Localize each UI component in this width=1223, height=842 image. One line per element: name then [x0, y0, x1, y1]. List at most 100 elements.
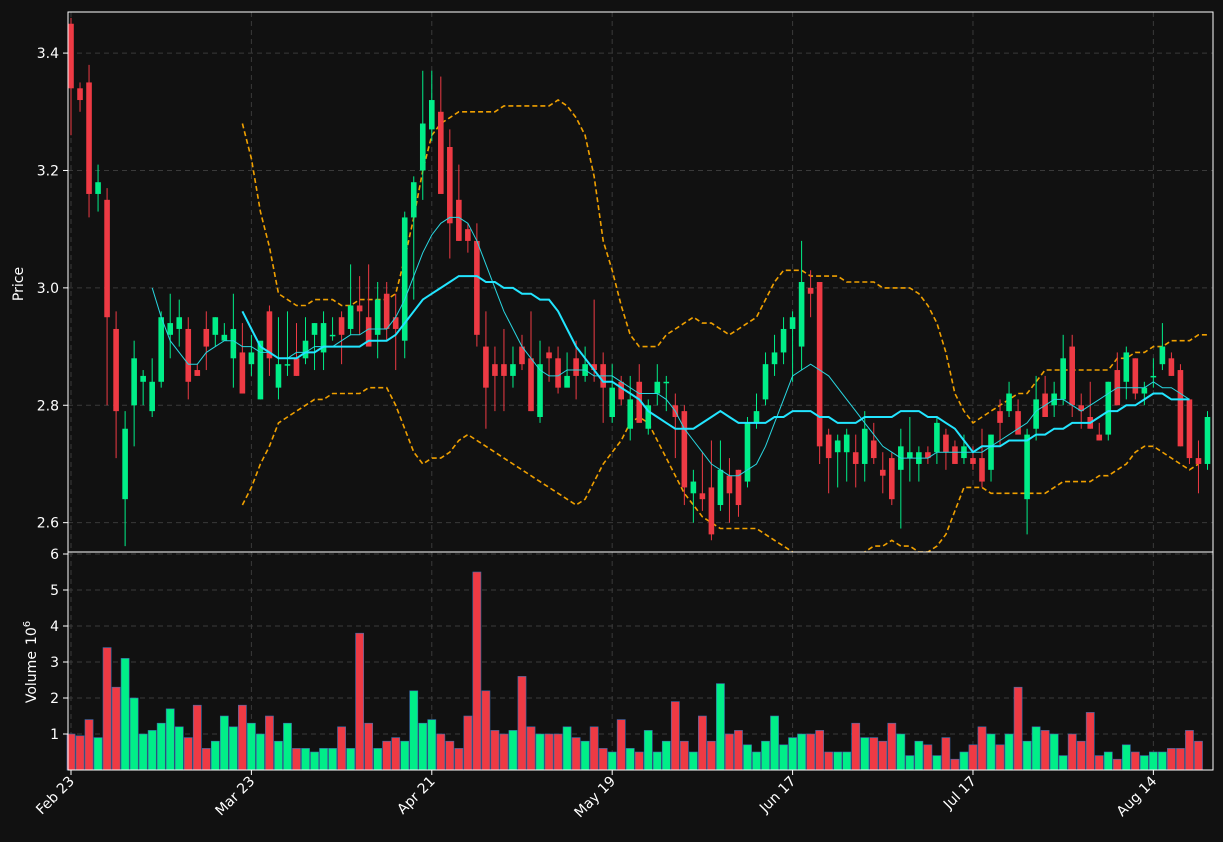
- price-tick-label: 3.4: [37, 46, 59, 62]
- volume-bar: [1139, 755, 1149, 771]
- candle-body: [1060, 358, 1066, 400]
- volume-bar: [878, 740, 888, 771]
- volume-bar: [84, 719, 94, 771]
- candle: [257, 340, 264, 400]
- volume-bar: [382, 740, 392, 771]
- volume-bar: [1130, 751, 1140, 771]
- volume-bar: [165, 708, 175, 771]
- candle: [1204, 411, 1211, 470]
- candle-body: [537, 364, 543, 417]
- volume-bar: [1049, 733, 1059, 771]
- volume-bar: [463, 715, 473, 771]
- candle-body: [104, 199, 110, 318]
- volume-bar: [1022, 740, 1032, 771]
- volume-axis-exp-base: 10: [24, 627, 40, 645]
- candle-body: [68, 23, 74, 89]
- volume-bar: [959, 751, 969, 771]
- volume-bar: [147, 730, 157, 771]
- candle-body: [843, 434, 850, 453]
- volume-bar: [1013, 686, 1023, 771]
- volume-bar: [526, 726, 536, 771]
- volume-bar: [102, 647, 112, 771]
- volume-bar: [517, 676, 527, 771]
- candle-body: [257, 340, 264, 400]
- volume-bar: [770, 715, 779, 771]
- candle-body: [861, 428, 868, 464]
- volume-bar: [1103, 751, 1113, 771]
- volume-bar: [256, 733, 265, 771]
- volume-bar: [932, 755, 942, 771]
- candle-body: [428, 100, 435, 130]
- candle-body: [122, 428, 128, 500]
- candle-body: [997, 411, 1003, 423]
- candle-body: [1105, 381, 1112, 435]
- candle-body: [194, 370, 201, 376]
- volume-bar: [580, 740, 590, 771]
- volume-tick-label: 6: [50, 547, 59, 563]
- volume-bar: [292, 748, 301, 771]
- volume-bar: [445, 740, 455, 771]
- volume-bar: [355, 632, 364, 771]
- candle-body: [113, 328, 119, 412]
- volume-bar: [788, 737, 797, 771]
- volume-bar: [1167, 748, 1176, 771]
- candle-body: [158, 317, 164, 382]
- candle-body: [816, 282, 823, 447]
- candle-body: [474, 240, 480, 335]
- candle-body: [952, 446, 958, 464]
- candle-body: [239, 352, 246, 394]
- volume-bar: [93, 737, 103, 771]
- volume-bar: [679, 740, 689, 771]
- volume-bar: [364, 722, 374, 771]
- candle-body: [140, 375, 146, 382]
- volume-bar: [508, 730, 518, 771]
- volume-bar: [1158, 751, 1167, 771]
- volume-bar: [265, 715, 274, 771]
- candle-body: [1069, 346, 1075, 406]
- volume-bar: [887, 722, 897, 771]
- candle-body: [654, 381, 661, 394]
- volume-axis-label-text: Volume: [24, 651, 40, 703]
- candle-body: [293, 358, 300, 376]
- candle-body: [510, 364, 516, 376]
- volume-bar: [1004, 733, 1014, 771]
- volume-bar: [589, 726, 599, 771]
- volume-bar: [607, 751, 617, 771]
- volume-bar: [896, 733, 906, 771]
- volume-bar: [779, 744, 788, 771]
- candle-body: [1186, 399, 1193, 459]
- candle-body: [717, 469, 724, 506]
- volume-bar: [761, 740, 770, 771]
- volume-tick-label: 3: [50, 655, 59, 671]
- volume-bar: [950, 758, 960, 771]
- volume-bar: [824, 751, 834, 771]
- volume-bar: [1194, 740, 1203, 771]
- candle-body: [879, 469, 886, 476]
- volume-bar: [409, 690, 419, 771]
- candle-body: [762, 364, 769, 400]
- candle-body: [212, 317, 219, 335]
- volume-bar: [851, 722, 861, 771]
- candle: [744, 417, 751, 488]
- candle-body: [302, 340, 309, 359]
- candle-body: [681, 411, 688, 488]
- candle-body: [329, 334, 336, 337]
- candle-body: [483, 346, 489, 388]
- volume-bar: [707, 740, 716, 771]
- candle-body: [1015, 411, 1021, 435]
- volume-bar: [120, 658, 130, 771]
- candle-body: [149, 381, 155, 412]
- price-tick-label: 3.2: [37, 163, 59, 179]
- volume-bar: [454, 748, 464, 771]
- volume-tick-label: 5: [50, 583, 59, 599]
- candle-body: [131, 358, 137, 406]
- candle-body: [456, 199, 462, 241]
- candle-body: [1096, 434, 1103, 441]
- candle-body: [284, 364, 291, 366]
- candle-body: [609, 387, 615, 417]
- candle-body: [77, 88, 83, 101]
- candle-body: [95, 182, 101, 194]
- volume-bar: [986, 733, 996, 771]
- candle-body: [618, 381, 625, 400]
- candle: [1177, 364, 1184, 447]
